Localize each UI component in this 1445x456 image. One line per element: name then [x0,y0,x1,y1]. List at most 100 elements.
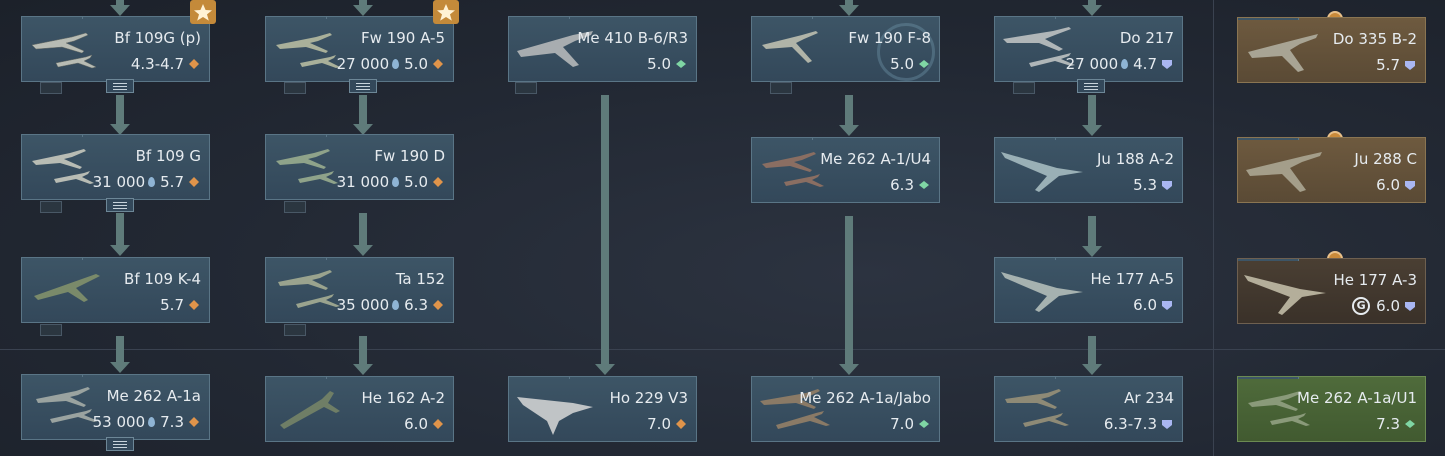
aircraft-icon [1248,34,1318,72]
aircraft-icon [31,32,97,69]
vehicle-name: Fw 190 D [374,147,445,165]
vehicle-name: Ar 234 [1124,389,1174,407]
research-cost: 35 000 [336,296,390,314]
vehicle-card-he177a3[interactable]: He 177 A-3 G 6.0 [1237,258,1426,324]
vehicle-stats: 53 000 7.3 [93,413,201,431]
vehicle-name: Do 217 [1119,29,1174,47]
vehicle-card-bf109g[interactable]: Bf 109 G 31 000 5.7 [21,134,210,200]
vehicle-card-ho229v3[interactable]: Ho 229 V3 7.0 [508,376,697,442]
connector-arrow [353,5,373,16]
vehicle-stats: 6.0 [1133,296,1174,314]
vehicle-stats: 4.3-4.7 [131,55,201,73]
vehicle-name: Ta 152 [395,270,445,288]
br-orange-icon [187,175,201,189]
connector-line [116,95,124,126]
battle-rating: 4.3-4.7 [130,55,184,73]
folder-group-button[interactable] [106,198,134,212]
connector-arrow [1082,125,1102,136]
vehicle-name: Me 262 A-1a [106,387,201,405]
vehicle-stats: 5.3 [1133,176,1174,194]
aircraft-icon [1005,389,1069,427]
crew-slot-icon [284,324,306,336]
connector-line [116,336,124,364]
battle-rating: 5.3 [1133,176,1157,194]
vehicle-card-ju288c[interactable]: Ju 288 C 6.0 [1237,137,1426,203]
aircraft-icon [1001,272,1083,312]
connector-arrow [110,245,130,256]
connector-arrow [839,364,859,375]
battle-rating: 5.7 [160,173,184,191]
research-point-icon [1121,59,1129,69]
vehicle-card-he177a5[interactable]: He 177 A-5 6.0 [994,257,1183,323]
connector-line [116,213,124,247]
battle-rating: 5.7 [160,296,184,314]
battle-rating: 5.0 [890,55,914,73]
connector-arrow [595,364,615,375]
crew-slot-icon [770,82,792,94]
vehicle-card-me262a1u4[interactable]: Me 262 A-1/U4 6.3 [751,137,940,203]
folder-group-button[interactable] [1077,79,1105,93]
research-point-icon [392,177,400,187]
vehicle-card-me410b6r3[interactable]: Me 410 B-6/R3 5.0 [508,16,697,82]
vehicle-name: Fw 190 F-8 [848,29,931,47]
br-green-icon [674,57,688,71]
crew-slot-icon [1013,82,1035,94]
vehicle-card-me262a1au1[interactable]: Me 262 A-1a/U1 7.3 [1237,376,1426,442]
vehicle-card-fw190a5[interactable]: Fw 190 A-5 27 000 5.0 [265,16,454,82]
vehicle-card-ta152[interactable]: Ta 152 35 000 6.3 [265,257,454,323]
vehicle-card-do217[interactable]: Do 217 27 000 4.7 [994,16,1183,82]
vehicle-card-fw190f8[interactable]: Fw 190 F-8 5.0 [751,16,940,82]
vehicle-stats: 35 000 6.3 [337,296,445,314]
research-point-icon [392,300,400,310]
vehicle-card-he162a2[interactable]: He 162 A-2 6.0 [265,376,454,442]
folder-group-button[interactable] [349,79,377,93]
br-green-icon [917,178,931,192]
battle-rating: 6.0 [1376,176,1400,194]
vehicle-card-bf109g-p[interactable]: Bf 109G (p) 4.3-4.7 [21,16,210,82]
vehicle-card-fw190d[interactable]: Fw 190 D 31 000 5.0 [265,134,454,200]
vehicle-name: He 177 A-3 [1333,271,1417,289]
vehicle-name: Ju 288 C [1354,150,1417,168]
battle-rating: 6.0 [1133,296,1157,314]
vehicle-card-do335b2[interactable]: Do 335 B-2 5.7 [1237,17,1426,83]
battle-rating: 6.3-7.3 [1103,415,1157,433]
vehicle-name: Ho 229 V3 [609,389,688,407]
vehicle-card-bf109k4[interactable]: Bf 109 K-4 5.7 [21,257,210,323]
br-blue-icon [1160,57,1174,71]
vehicle-stats: 5.0 [890,55,931,73]
br-blue-icon [1160,417,1174,431]
connector-line [359,336,367,366]
vehicle-stats: 6.3-7.3 [1104,415,1174,433]
star-badge-icon [190,0,216,24]
br-orange-icon [431,417,445,431]
vehicle-card-ar234[interactable]: Ar 234 6.3-7.3 [994,376,1183,442]
battle-rating: 7.3 [160,413,184,431]
vehicle-name: He 177 A-5 [1090,270,1174,288]
connector-arrow [1082,364,1102,375]
vehicle-card-me262a1a[interactable]: Me 262 A-1a 53 000 7.3 [21,374,210,440]
folder-group-button[interactable] [106,437,134,451]
aircraft-icon [280,391,340,429]
aircraft-icon [517,397,593,435]
research-cost: 31 000 [336,173,390,191]
crew-slot-icon [40,324,62,336]
vehicle-stats: 5.7 [1376,56,1417,74]
vehicle-stats: 6.0 [404,415,445,433]
connector-arrow [353,364,373,375]
vehicle-stats: 6.0 [1376,176,1417,194]
research-cost: 27 000 [1065,55,1119,73]
connector-arrow [839,125,859,136]
folder-group-button[interactable] [106,79,134,93]
connector-arrow [110,5,130,16]
vehicle-card-ju188a2[interactable]: Ju 188 A-2 5.3 [994,137,1183,203]
br-orange-icon [431,57,445,71]
star-badge-icon [433,0,459,24]
vehicle-stats: G 6.0 [1352,297,1417,315]
research-point-icon [392,59,400,69]
vehicle-name: He 162 A-2 [361,389,445,407]
research-tree: Bf 109G (p) 4.3-4.7 Bf 109 G 31 000 5.7 … [0,0,1445,456]
vehicle-card-me262a1ajabo[interactable]: Me 262 A-1a/Jabo 7.0 [751,376,940,442]
vehicle-name: Bf 109 G [135,147,201,165]
vehicle-name: Ju 188 A-2 [1097,150,1174,168]
br-blue-icon [1403,299,1417,313]
